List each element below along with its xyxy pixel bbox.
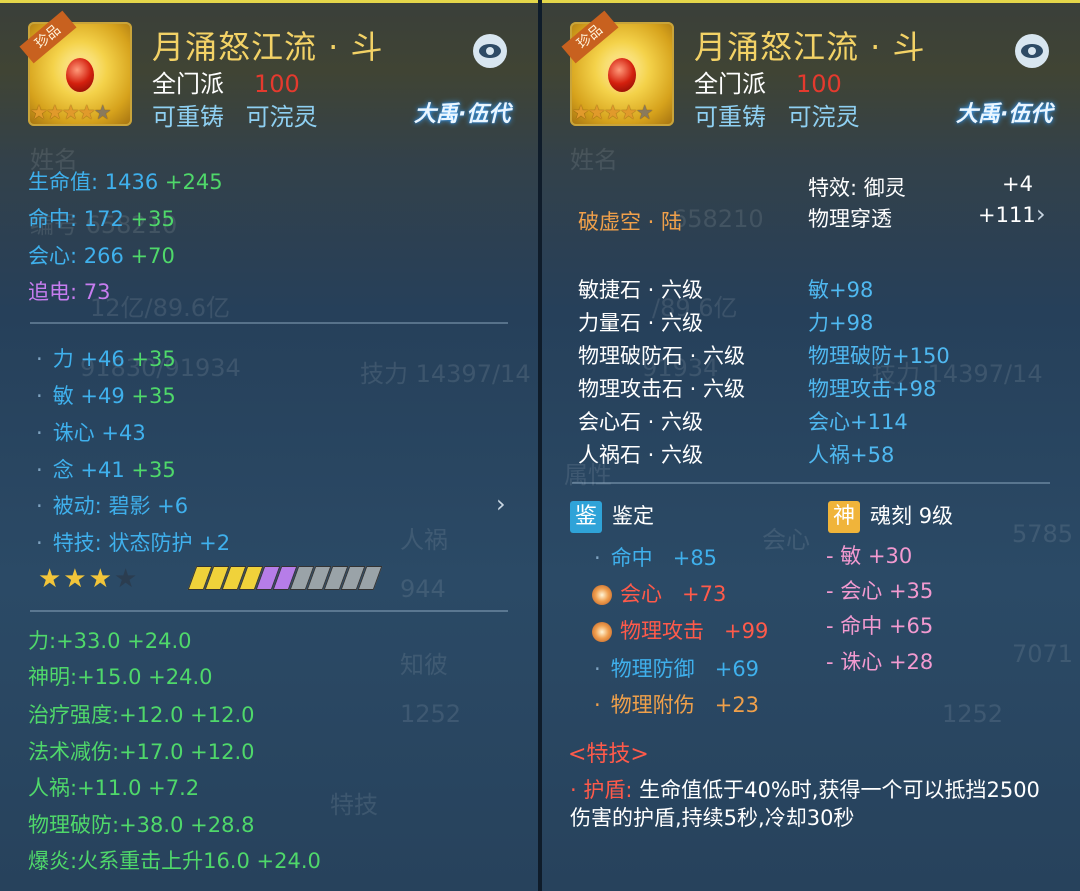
appraisal-item: · 命中 +85	[594, 546, 718, 570]
soul-item: - 敏 +30	[826, 544, 913, 568]
appraisal-badge: 鉴	[570, 501, 602, 533]
item-level: 100	[254, 70, 300, 98]
gem-name: 物理破防石 · 六级	[578, 344, 746, 368]
item-icon[interactable]: 珍品 ★★★★★	[19, 10, 132, 126]
skill-description: · 护盾: 生命值低于40%时,获得一个可以抵挡2500伤害的护盾,持续5秒,冷…	[570, 778, 1040, 830]
eye-icon[interactable]	[1015, 34, 1049, 68]
appraisal-item: 会心 +73	[592, 578, 726, 608]
attr-row: · 诛心 +43	[36, 421, 146, 445]
gem-name: 力量石 · 六级	[578, 311, 704, 335]
orb-icon	[592, 622, 612, 642]
orb-icon	[592, 585, 612, 605]
passive-row[interactable]: · 被动: 碧影 +6	[36, 490, 188, 520]
skill-row: · 特技: 状态防护 +2	[36, 531, 231, 555]
recast-flag: 可重铸	[152, 103, 224, 131]
divider	[30, 610, 508, 612]
soul-badge: 神	[828, 501, 860, 533]
rarity-ribbon: 珍品	[561, 10, 619, 64]
gem-effect: 物理攻击+98	[808, 377, 937, 401]
item-school-level: 全门派 100	[694, 64, 842, 99]
divider	[30, 322, 508, 324]
soul-item: - 诛心 +28	[826, 650, 934, 674]
item-icon[interactable]: 珍品 ★★★★★	[561, 10, 674, 126]
effect-row: 物理穿透	[808, 207, 892, 231]
soul-item: - 命中 +65	[826, 614, 934, 638]
effect-amount: +4	[1002, 172, 1033, 196]
item-flags: 可重铸 可浣灵	[694, 97, 860, 132]
eye-icon[interactable]	[473, 34, 507, 68]
chevron-right-icon[interactable]: ›	[496, 490, 506, 518]
green-stat-row: 治疗强度:+12.0 +12.0	[28, 703, 255, 727]
appraisal-item: · 物理附伤 +23	[594, 693, 760, 717]
set-name: 破虚空 · 陆	[578, 210, 683, 234]
item-header: 珍品 ★★★★★ 月涌怒江流 · 斗 全门派 100 可重铸 可浣灵 大禹·伍代	[0, 0, 538, 140]
gem-effect: 人祸+58	[808, 443, 895, 467]
refine-bars	[187, 566, 383, 594]
soul-item: - 会心 +35	[826, 579, 934, 603]
soul-header: 神魂刻 9级	[828, 500, 953, 533]
base-stat-row: 生命值: 1436 +245	[28, 170, 223, 194]
skill-header: <特技>	[568, 742, 649, 767]
gem-name: 人祸石 · 六级	[578, 443, 704, 467]
item-school-level: 全门派 100	[152, 64, 300, 99]
item-school: 全门派	[152, 70, 224, 98]
appraisal-header: 鉴鉴定	[570, 500, 654, 533]
item-school: 全门派	[694, 70, 766, 98]
appraisal-item: 物理攻击 +99	[592, 615, 768, 645]
rarity-ribbon: 珍品	[19, 10, 77, 64]
gem-effect: 会心+114	[808, 410, 908, 434]
gem-icon	[66, 58, 94, 92]
gem-effect: 物理破防+150	[808, 344, 950, 368]
refine-flag: 可浣灵	[787, 103, 860, 131]
item-tooltip-comparison: 姓名 编号 658210 12亿/89.6亿 91830/91934 技力 14…	[0, 0, 1080, 891]
brand-logo: 大禹·伍代	[414, 102, 511, 127]
effect-row: 特效: 御灵	[808, 176, 906, 200]
recast-flag: 可重铸	[694, 103, 766, 131]
attr-row: · 念 +41 +35	[36, 458, 176, 482]
rarity-stars: ★★★★★	[30, 100, 112, 124]
item-flags: 可重铸 可浣灵	[152, 97, 318, 132]
base-stat-row: 会心: 266 +70	[28, 244, 175, 268]
gem-icon	[608, 58, 636, 92]
green-stat-row: 力:+33.0 +24.0	[28, 629, 192, 653]
item-panel-right: 姓名 658210 /89.6亿 91934 技力 14397/14 属性 会心…	[542, 0, 1080, 891]
item-header: 珍品 ★★★★★ 月涌怒江流 · 斗 全门派 100 可重铸 可浣灵 大禹·伍代	[542, 0, 1080, 140]
appraisal-item: · 物理防御 +69	[594, 657, 760, 681]
gem-effect: 敏+98	[808, 278, 874, 302]
upgrade-stars: ★★★★	[38, 564, 140, 594]
gem-name: 敏捷石 · 六级	[578, 278, 704, 302]
item-name: 月涌怒江流 · 斗	[694, 28, 926, 66]
item-name: 月涌怒江流 · 斗	[152, 28, 384, 66]
gem-name: 物理攻击石 · 六级	[578, 377, 746, 401]
special-stat-row: 追电: 73	[28, 280, 111, 304]
divider	[572, 482, 1050, 484]
green-stat-row: 法术减伤:+17.0 +12.0	[28, 740, 255, 764]
green-stat-row: 物理破防:+38.0 +28.8	[28, 813, 255, 837]
base-stat-row: 命中: 172 +35	[28, 207, 175, 231]
green-stat-row: 爆炎:火系重击上升16.0 +24.0	[28, 849, 321, 873]
item-level: 100	[796, 70, 842, 98]
effect-amount: +111	[978, 203, 1036, 227]
green-stat-row: 人祸:+11.0 +7.2	[28, 776, 200, 800]
gem-name: 会心石 · 六级	[578, 410, 704, 434]
gem-effect: 力+98	[808, 311, 874, 335]
item-panel-left: 姓名 编号 658210 12亿/89.6亿 91830/91934 技力 14…	[0, 0, 538, 891]
rarity-stars: ★★★★★	[572, 100, 654, 124]
brand-logo: 大禹·伍代	[956, 102, 1053, 127]
green-stat-row: 神明:+15.0 +24.0	[28, 665, 213, 689]
attr-row: · 力 +46 +35	[36, 347, 176, 371]
attr-row: · 敏 +49 +35	[36, 384, 176, 408]
refine-flag: 可浣灵	[245, 103, 318, 131]
chevron-right-icon[interactable]: ›	[1036, 200, 1046, 228]
